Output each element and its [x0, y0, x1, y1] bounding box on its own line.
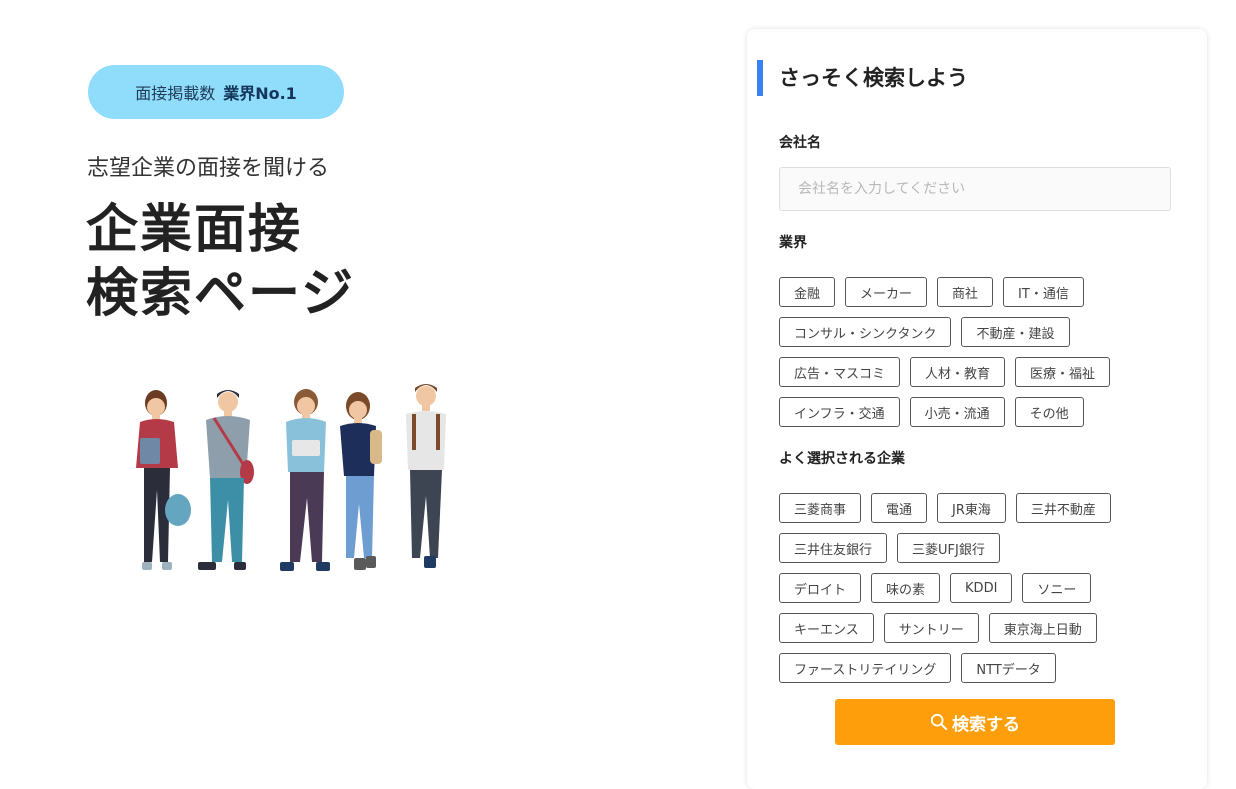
- company-chip[interactable]: デロイト: [779, 573, 862, 603]
- industry-chip[interactable]: メーカー: [845, 277, 928, 307]
- student-figure: [198, 390, 254, 570]
- industry-chip[interactable]: コンサル・シンクタンク: [779, 317, 952, 347]
- company-row: デロイト 味の素 KDDI ソニー: [779, 573, 1179, 603]
- hero-subtitle: 志望企業の面接を聞ける: [87, 156, 330, 181]
- company-chip[interactable]: ファーストリテイリング: [779, 653, 952, 683]
- search-heading: さっそく検索しよう: [757, 60, 968, 96]
- company-row: ファーストリテイリング NTTデータ: [779, 653, 1179, 683]
- industry-chip[interactable]: IT・通信: [1003, 277, 1084, 307]
- student-figure: [406, 384, 446, 568]
- search-button-label: 検索する: [952, 714, 1020, 735]
- students-illustration: [136, 384, 446, 571]
- industry-chip[interactable]: その他: [1014, 397, 1084, 427]
- company-chip[interactable]: JR東海: [937, 493, 1006, 523]
- industry-chip[interactable]: 小売・流通: [909, 397, 1005, 427]
- company-chip[interactable]: 三井住友銀行: [779, 533, 888, 563]
- industry-chips: 金融 メーカー 商社 IT・通信 コンサル・シンクタンク 不動産・建設 広告・マスコミ 人材・…: [779, 277, 1179, 437]
- popular-company-chips: 三菱商事 電通 JR東海 三井不動産 三井住友銀行 三菱UFJ銀行 デロイト 味の素 KDDI ソ…: [779, 493, 1179, 693]
- company-chip[interactable]: NTTデータ: [961, 653, 1056, 683]
- hero-badge: 面接掲載数 業界No.1: [88, 65, 344, 119]
- student-figure: [340, 392, 382, 570]
- company-chip[interactable]: 味の素: [871, 573, 941, 603]
- company-name-input[interactable]: [779, 167, 1171, 211]
- company-chip[interactable]: KDDI: [950, 573, 1013, 603]
- industry-chip[interactable]: 不動産・建設: [961, 317, 1070, 347]
- company-chip[interactable]: 三菱商事: [779, 493, 862, 523]
- industry-chip[interactable]: インフラ・交通: [779, 397, 900, 427]
- hero-title-line2: 検索ページ: [86, 264, 355, 324]
- industry-label: 業界: [779, 235, 807, 251]
- badge-strong: 業界No.1: [223, 84, 297, 103]
- student-figure: [136, 390, 191, 570]
- industry-chip[interactable]: 人材・教育: [910, 357, 1006, 387]
- company-label: 会社名: [779, 135, 821, 151]
- industry-chip[interactable]: 金融: [779, 277, 836, 307]
- company-chip[interactable]: キーエンス: [779, 613, 874, 643]
- popular-companies-label: よく選択される企業: [779, 451, 905, 467]
- industry-chip[interactable]: 商社: [937, 277, 994, 307]
- industry-row: 広告・マスコミ 人材・教育 医療・福祉: [779, 357, 1179, 387]
- company-chip[interactable]: 三菱UFJ銀行: [897, 533, 1000, 563]
- search-icon: [930, 713, 948, 731]
- company-row: 三菱商事 電通 JR東海 三井不動産: [779, 493, 1179, 523]
- industry-row: 金融 メーカー 商社 IT・通信: [779, 277, 1179, 307]
- company-chip[interactable]: サントリー: [883, 613, 979, 643]
- company-chip[interactable]: 電通: [871, 493, 928, 523]
- industry-chip[interactable]: 広告・マスコミ: [779, 357, 901, 387]
- search-card: さっそく検索しよう 会社名 業界 金融メーカー商社 IT・通信コンサル・シンクタン…: [747, 29, 1207, 789]
- industry-row: コンサル・シンクタンク 不動産・建設: [779, 317, 1179, 347]
- company-row: キーエンス サントリー 東京海上日動: [779, 613, 1179, 643]
- search-button[interactable]: 検索する: [835, 699, 1115, 745]
- company-chip[interactable]: ソニー: [1022, 573, 1092, 603]
- hero-title: 企業面接 検索ページ: [86, 198, 355, 326]
- company-chip[interactable]: 三井不動産: [1015, 493, 1111, 523]
- industry-chip[interactable]: 医療・福祉: [1015, 357, 1111, 387]
- hero-title-line1: 企業面接: [86, 200, 303, 260]
- industry-row: インフラ・交通 小売・流通 その他: [779, 397, 1179, 427]
- company-chip[interactable]: 東京海上日動: [988, 613, 1097, 643]
- company-row: 三井住友銀行 三菱UFJ銀行: [779, 533, 1179, 563]
- badge-text: 面接掲載数: [135, 84, 216, 103]
- student-figure: [280, 389, 330, 571]
